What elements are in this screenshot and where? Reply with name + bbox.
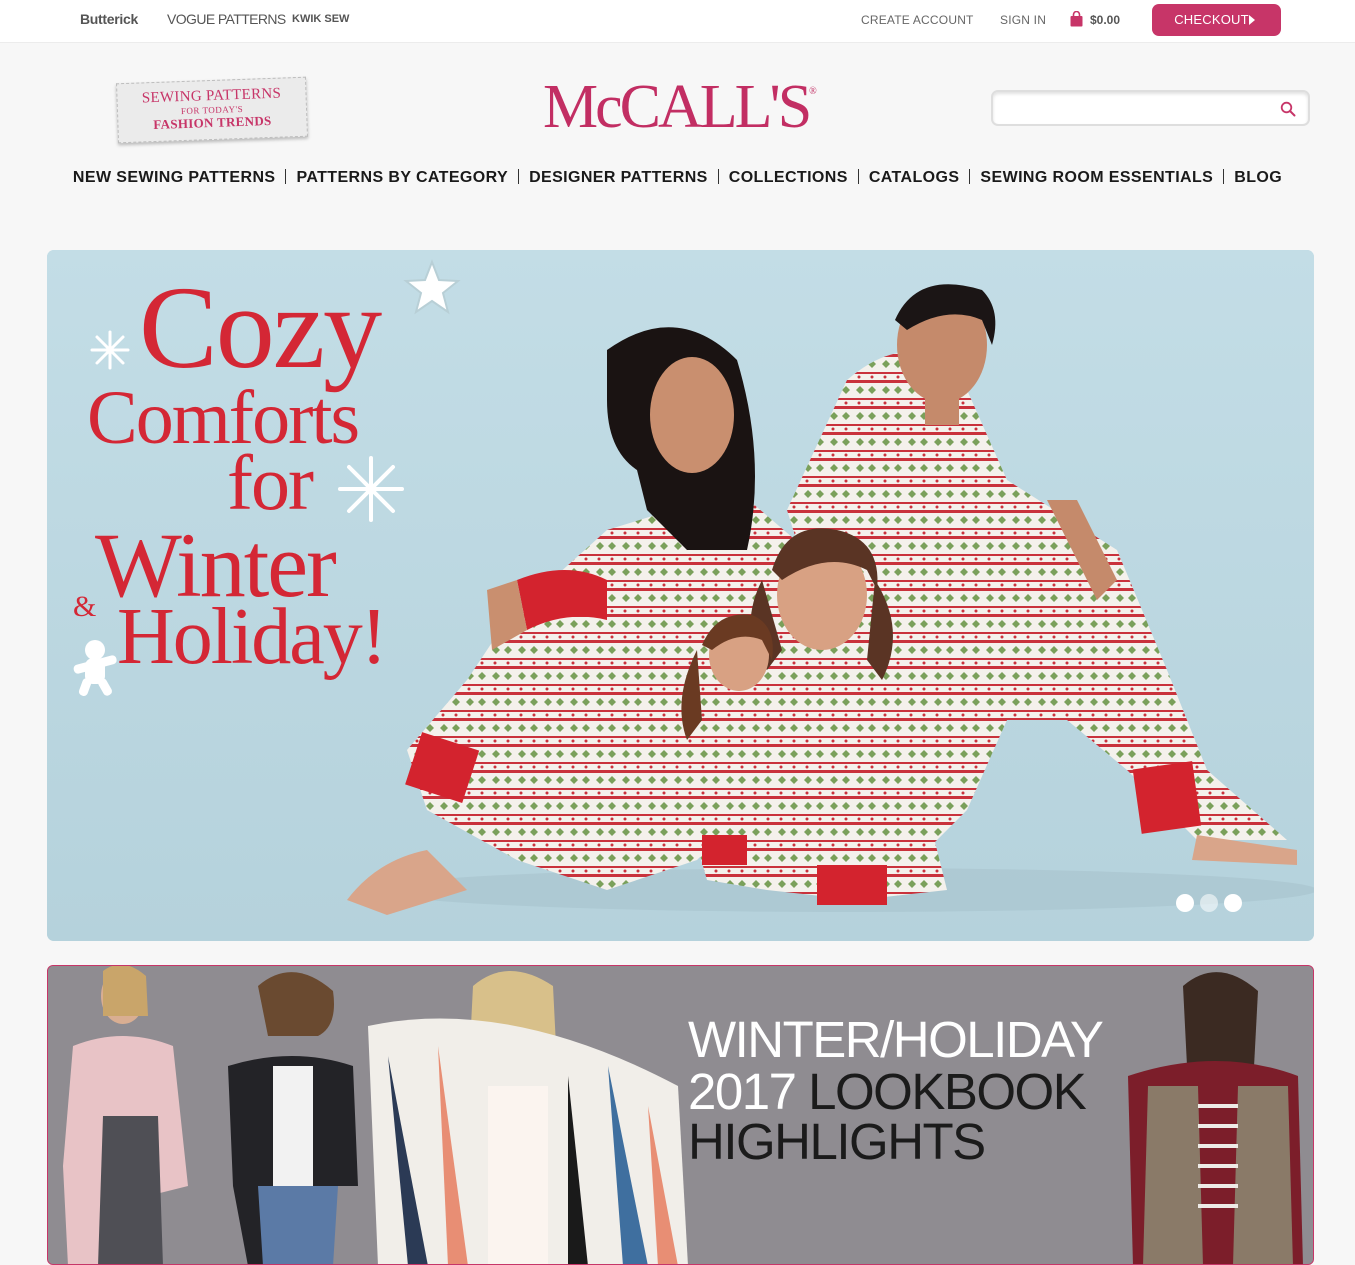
logo-text: McCALL'S (543, 73, 812, 141)
carousel-dot-1[interactable] (1176, 894, 1194, 912)
registered-mark: ® (809, 86, 817, 97)
brand-link-vogue-patterns[interactable]: VOGUE PATTERNS (167, 11, 286, 27)
search-icon[interactable] (1280, 101, 1296, 117)
hero-line-holiday: Holiday! (117, 593, 387, 681)
lookbook-title-line-3: HIGHLIGHTS (688, 1113, 986, 1170)
create-account-link[interactable]: CREATE ACCOUNT (861, 13, 974, 27)
brand-link-butterick[interactable]: Butterick (80, 11, 138, 27)
hero-headline: Cozy Comforts for Winter & Holiday! (47, 250, 527, 941)
search-box[interactable] (991, 90, 1310, 126)
search-input[interactable] (1001, 92, 1275, 124)
top-utility-bar: Butterick VOGUE PATTERNS KWIK SEW CREATE… (0, 0, 1355, 43)
hero-line-comforts: Comforts (87, 376, 360, 460)
nav-item-designer-patterns[interactable]: DESIGNER PATTERNS (519, 169, 718, 187)
caret-right-icon (1249, 15, 1255, 25)
tagline-badge: SEWING PATTERNS FOR TODAY'S FASHION TREN… (116, 76, 308, 144)
nav-item-sewing-room-essentials[interactable]: SEWING ROOM ESSENTIALS (970, 169, 1223, 187)
sign-in-link[interactable]: SIGN IN (1000, 13, 1046, 27)
carousel-dot-3[interactable] (1224, 894, 1242, 912)
nav-item-blog[interactable]: BLOG (1224, 169, 1292, 187)
lookbook-banner[interactable]: WINTER/HOLIDAY 2017 LOOKBOOK HIGHLIGHTS (47, 965, 1314, 1265)
nav-item-new-sewing-patterns[interactable]: NEW SEWING PATTERNS (63, 169, 286, 187)
lookbook-models-image (48, 966, 1313, 1264)
nav-item-catalogs[interactable]: CATALOGS (859, 169, 970, 187)
main-navigation: NEW SEWING PATTERNS PATTERNS BY CATEGORY D… (0, 169, 1355, 187)
cart-total[interactable]: $0.00 (1090, 13, 1120, 27)
hero-carousel[interactable]: Cozy Comforts for Winter & Holiday! (47, 250, 1314, 941)
checkout-label: CHECKOUT (1174, 12, 1249, 27)
site-logo[interactable]: McCALL'S® (543, 72, 817, 143)
brand-link-kwik-sew[interactable]: KWIK SEW (292, 13, 349, 25)
checkout-button[interactable]: CHECKOUT (1152, 4, 1281, 36)
carousel-dots (1176, 894, 1248, 917)
nav-item-collections[interactable]: COLLECTIONS (719, 169, 858, 187)
lookbook-title-line-1: WINTER/HOLIDAY (688, 1011, 1104, 1068)
nav-item-patterns-by-category[interactable]: PATTERNS BY CATEGORY (286, 169, 518, 187)
hero-ampersand: & (73, 590, 97, 623)
carousel-dot-2[interactable] (1200, 894, 1218, 912)
shopping-bag-icon[interactable] (1070, 11, 1083, 27)
